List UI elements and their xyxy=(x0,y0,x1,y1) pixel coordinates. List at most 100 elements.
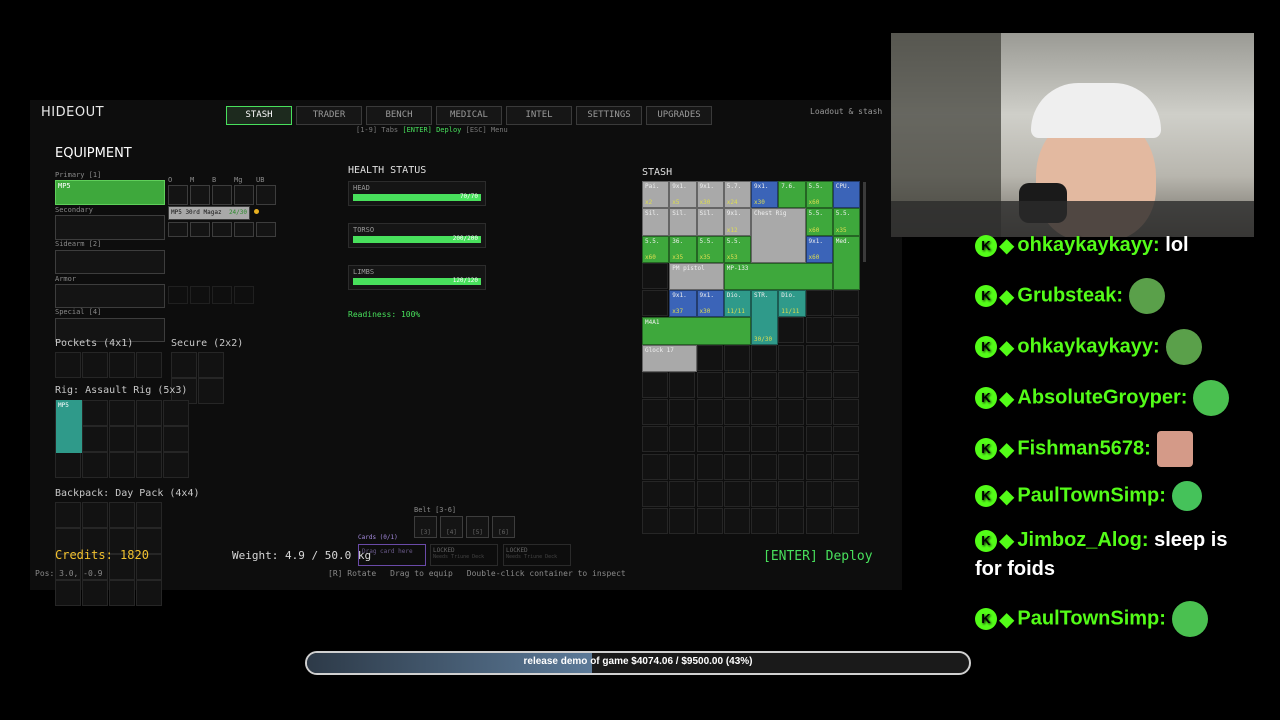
chat-username[interactable]: Grubsteak: xyxy=(1017,284,1123,306)
secure-cell[interactable] xyxy=(198,378,224,404)
stash-item[interactable]: Sil. xyxy=(696,208,724,236)
tab-settings[interactable]: SETTINGS xyxy=(576,106,642,125)
stash-cell[interactable] xyxy=(832,317,859,344)
attach-slot[interactable] xyxy=(212,185,232,205)
chat-username[interactable]: PaulTownSimp: xyxy=(1017,607,1166,629)
backpack-cell[interactable] xyxy=(82,580,108,606)
stash-cell[interactable] xyxy=(723,453,750,480)
backpack-cell[interactable] xyxy=(136,502,162,528)
stash-cell[interactable] xyxy=(642,262,668,289)
attach-slot[interactable] xyxy=(212,222,232,237)
stash-cell[interactable] xyxy=(669,371,696,398)
secure-cell[interactable] xyxy=(198,352,224,378)
stash-cell[interactable] xyxy=(723,399,750,425)
stash-cell[interactable] xyxy=(669,480,696,507)
attach-slot[interactable] xyxy=(256,222,276,237)
stash-item[interactable]: MP-133 xyxy=(723,262,833,290)
stash-cell[interactable] xyxy=(751,453,777,480)
stash-cell[interactable] xyxy=(642,480,668,507)
attach-slot[interactable] xyxy=(168,222,188,237)
armor-slot[interactable] xyxy=(55,284,165,308)
stash-item[interactable]: Dio. 11/11 xyxy=(778,290,806,318)
belt-slot[interactable]: [3] xyxy=(414,516,437,538)
stash-cell[interactable] xyxy=(805,290,832,316)
stash-item[interactable]: 36. x35 xyxy=(669,235,697,263)
chat-username[interactable]: Jimboz_Alog: xyxy=(1017,529,1148,551)
stash-scrollbar[interactable] xyxy=(863,182,866,262)
stash-cell[interactable] xyxy=(805,371,832,398)
stash-cell[interactable] xyxy=(642,371,668,398)
stash-cell[interactable] xyxy=(832,426,859,453)
stash-cell[interactable] xyxy=(669,426,696,453)
chat-username[interactable]: PaulTownSimp: xyxy=(1017,484,1166,506)
rig-cell[interactable] xyxy=(163,452,189,478)
stash-cell[interactable] xyxy=(723,344,750,371)
stash-cell[interactable] xyxy=(669,399,696,425)
stash-cell[interactable] xyxy=(832,480,859,507)
stash-item[interactable]: 7.6. xyxy=(778,181,806,209)
stash-cell[interactable] xyxy=(778,317,805,344)
rig-cell[interactable] xyxy=(55,452,81,478)
stash-item[interactable]: 9x1. x12 xyxy=(723,208,751,236)
stash-item[interactable]: 5.5. x53 xyxy=(723,235,751,263)
stash-cell[interactable] xyxy=(805,317,832,344)
stash-item[interactable]: Glock 17 xyxy=(642,344,697,372)
rig-cell[interactable] xyxy=(82,426,108,452)
stash-cell[interactable] xyxy=(805,508,832,534)
pocket-cell[interactable] xyxy=(55,352,81,378)
stash-item[interactable]: 9x1. x30 xyxy=(751,181,779,209)
stash-cell[interactable] xyxy=(696,399,723,425)
stash-cell[interactable] xyxy=(642,290,668,316)
stash-item[interactable]: 9x1. x37 xyxy=(669,290,697,318)
stash-cell[interactable] xyxy=(778,399,805,425)
stash-item[interactable]: 5.5. x35 xyxy=(832,208,860,236)
pocket-cell[interactable] xyxy=(109,352,135,378)
stash-cell[interactable] xyxy=(805,453,832,480)
sidearm-slot[interactable] xyxy=(55,250,165,274)
stash-cell[interactable] xyxy=(751,480,777,507)
tab-bench[interactable]: BENCH xyxy=(366,106,432,125)
stash-cell[interactable] xyxy=(805,399,832,425)
stash-cell[interactable] xyxy=(805,426,832,453)
tab-trader[interactable]: TRADER xyxy=(296,106,362,125)
stash-cell[interactable] xyxy=(778,344,805,371)
stash-cell[interactable] xyxy=(642,453,668,480)
backpack-cell[interactable] xyxy=(109,502,135,528)
pocket-cell[interactable] xyxy=(82,352,108,378)
stash-cell[interactable] xyxy=(723,480,750,507)
stash-cell[interactable] xyxy=(723,371,750,398)
chat-username[interactable]: Fishman5678: xyxy=(1017,437,1150,459)
tab-intel[interactable]: INTEL xyxy=(506,106,572,125)
rig-cell[interactable] xyxy=(82,452,108,478)
attach-slot[interactable] xyxy=(256,185,276,205)
stash-item[interactable]: 5.7. x24 xyxy=(723,181,751,209)
stash-cell[interactable] xyxy=(832,371,859,398)
magazine-slot[interactable]: MP5 30rd Magaz 24/30 xyxy=(168,206,250,220)
rig-cell[interactable] xyxy=(136,452,162,478)
tab-upgrades[interactable]: UPGRADES xyxy=(646,106,712,125)
stash-cell[interactable] xyxy=(669,453,696,480)
stash-item[interactable]: 5.5. x35 xyxy=(696,235,724,263)
deploy-button[interactable]: [ENTER] Deploy xyxy=(763,549,873,564)
stash-cell[interactable] xyxy=(696,426,723,453)
rig-cell[interactable] xyxy=(109,426,135,452)
stash-cell[interactable] xyxy=(778,426,805,453)
stash-cell[interactable] xyxy=(805,344,832,371)
stash-cell[interactable] xyxy=(642,399,668,425)
stash-cell[interactable] xyxy=(751,399,777,425)
stash-item[interactable]: Sil. xyxy=(642,208,670,236)
stash-item[interactable]: 5.5. x60 xyxy=(805,181,833,209)
primary-slot[interactable]: MP5 xyxy=(55,180,165,205)
backpack-cell[interactable] xyxy=(136,580,162,606)
attach-slot[interactable] xyxy=(234,185,254,205)
stash-item[interactable]: 5.5. x60 xyxy=(805,208,833,236)
attach-slot[interactable] xyxy=(168,185,188,205)
rig-cell[interactable] xyxy=(136,426,162,452)
rig-cell[interactable] xyxy=(136,400,162,426)
stash-item[interactable]: 9x1. x30 xyxy=(696,290,724,318)
belt-slot[interactable]: [4] xyxy=(440,516,463,538)
chat-username[interactable]: AbsoluteGroyper: xyxy=(1017,386,1187,408)
stash-item[interactable]: 9x1. x60 xyxy=(805,235,833,263)
rig-cell[interactable] xyxy=(163,400,189,426)
tab-stash[interactable]: STASH xyxy=(226,106,292,125)
